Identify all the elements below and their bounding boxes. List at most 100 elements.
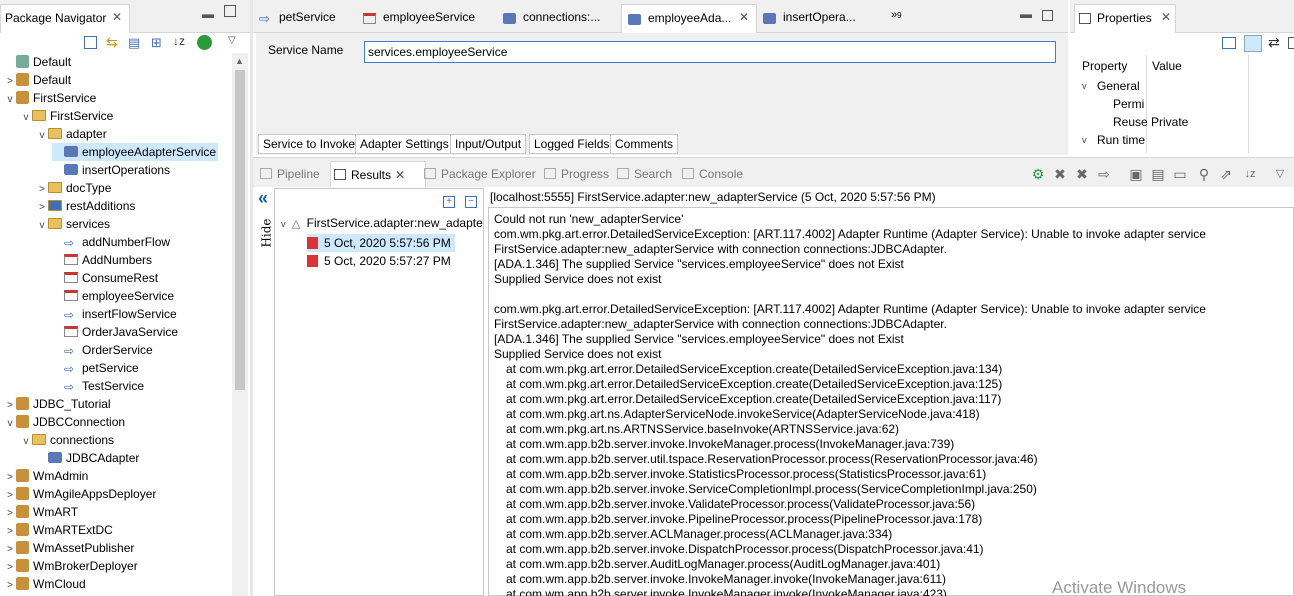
- tree-item[interactable]: insertOperations: [52, 161, 170, 179]
- run-icon[interactable]: [197, 35, 212, 50]
- property-row[interactable]: Reuse Private: [1076, 113, 1294, 131]
- tree-item[interactable]: ⇨ insertFlowService: [52, 305, 177, 323]
- chevron-down-icon[interactable]: v: [20, 109, 32, 127]
- tree-item[interactable]: employeeAdapterService: [52, 143, 219, 161]
- remove-icon[interactable]: ✖: [1052, 166, 1068, 182]
- tree-item[interactable]: ConsumeRest: [52, 269, 158, 287]
- tree-item[interactable]: v adapter: [36, 125, 107, 143]
- filter-icon[interactable]: ▤: [128, 35, 140, 51]
- tree-item[interactable]: > WmARTExtDC: [4, 521, 113, 539]
- hide-strip[interactable]: « Hide: [256, 188, 274, 596]
- tree-item[interactable]: AddNumbers: [52, 251, 152, 269]
- maximize-icon[interactable]: [1042, 10, 1053, 21]
- subtab[interactable]: Logged Fields: [529, 134, 615, 154]
- tree-item[interactable]: v services: [36, 215, 111, 235]
- tree-item[interactable]: > Default: [4, 71, 71, 89]
- view-menu-icon[interactable]: ▽: [1272, 166, 1288, 182]
- tree-item[interactable]: ⇨ addNumberFlow: [52, 233, 170, 251]
- editor-tab[interactable]: employeeService: [357, 4, 497, 33]
- link-editor-icon[interactable]: ⇆: [106, 34, 118, 51]
- tree-item[interactable]: > docType: [36, 179, 111, 197]
- view-menu-icon[interactable]: ▽: [228, 35, 236, 46]
- sort-icon[interactable]: ↓z: [1242, 166, 1258, 182]
- chevron-down-icon[interactable]: v: [281, 219, 286, 229]
- bottom-tab[interactable]: Package Explorer: [421, 161, 536, 187]
- collapse-all-icon[interactable]: [84, 36, 97, 49]
- tree-item[interactable]: JDBCAdapter: [36, 449, 139, 467]
- properties-tab[interactable]: Properties ✕: [1074, 4, 1176, 33]
- tree-item[interactable]: ⇨ OrderService: [52, 341, 153, 359]
- editor-tab[interactable]: employeeAda... ✕: [621, 4, 757, 33]
- subtab[interactable]: Service to Invoke: [258, 134, 361, 154]
- tree-item[interactable]: > restAdditions: [36, 197, 135, 215]
- chevron-down-icon[interactable]: v: [36, 217, 48, 235]
- advanced-icon[interactable]: ⇄: [1268, 34, 1280, 51]
- tree-item[interactable]: > WmCloud: [4, 575, 86, 593]
- close-icon[interactable]: ✕: [739, 10, 749, 24]
- bottom-tab[interactable]: Console: [679, 161, 743, 187]
- property-row[interactable]: v General: [1076, 77, 1294, 95]
- service-name-input[interactable]: [364, 41, 1056, 63]
- chevron-right-icon[interactable]: >: [4, 577, 16, 595]
- result-run[interactable]: 5 Oct, 2020 5:57:27 PM: [307, 252, 451, 270]
- results-root[interactable]: v △ FirstService.adapter:new_adapte: [281, 216, 483, 230]
- editor-tab[interactable]: insertOpera...: [757, 4, 887, 33]
- overflow-indicator[interactable]: »9: [891, 9, 902, 21]
- tree-item[interactable]: > WmAgileAppsDeployer: [4, 485, 156, 503]
- forward-icon[interactable]: ⇨: [1096, 166, 1112, 182]
- chevron-down-icon[interactable]: v: [4, 415, 16, 433]
- expand-all-icon[interactable]: +: [443, 196, 455, 208]
- bottom-tab[interactable]: Search: [614, 161, 672, 187]
- editor-tab[interactable]: ⇨ petService: [253, 4, 357, 33]
- tree-item[interactable]: > WmAdmin: [4, 467, 88, 485]
- collapse-all-icon[interactable]: −: [465, 196, 477, 208]
- grid-icon[interactable]: ⊞: [151, 35, 162, 51]
- relaunch-icon[interactable]: ⚙: [1030, 166, 1046, 182]
- tree-item[interactable]: OrderJavaService: [52, 323, 178, 341]
- chevron-down-icon[interactable]: v: [36, 127, 48, 145]
- scrollbar-thumb[interactable]: [235, 70, 245, 390]
- subtab[interactable]: Input/Output: [450, 134, 527, 154]
- splitter[interactable]: [250, 0, 253, 596]
- tree-item[interactable]: > JDBC_Tutorial: [4, 395, 111, 413]
- link-icon[interactable]: ⚲: [1196, 166, 1212, 182]
- categories-icon[interactable]: [1244, 35, 1262, 52]
- tree-item[interactable]: ⇨ TestService: [52, 377, 144, 395]
- chevron-down-icon[interactable]: v: [4, 91, 16, 109]
- close-icon[interactable]: ✕: [112, 10, 122, 24]
- subtab[interactable]: Comments: [610, 134, 679, 154]
- tree-item[interactable]: > WmART: [4, 503, 78, 521]
- result-run[interactable]: 5 Oct, 2020 5:57:56 PM: [307, 234, 455, 252]
- tree-item[interactable]: ⇨ petService: [52, 359, 139, 377]
- tree-item[interactable]: v connections: [20, 431, 115, 451]
- bottom-tab[interactable]: Pipeline: [257, 161, 323, 187]
- tree-item[interactable]: v FirstService: [4, 89, 96, 107]
- maximize-icon[interactable]: [224, 5, 236, 17]
- tree-item[interactable]: > WmBrokerDeployer: [4, 557, 138, 575]
- editor-tab[interactable]: connections:...: [497, 4, 621, 33]
- restore-icon[interactable]: [1288, 37, 1294, 49]
- tree-item[interactable]: employeeService: [52, 287, 174, 305]
- chevron-down-icon[interactable]: v: [1082, 77, 1087, 95]
- minimize-icon[interactable]: ▬: [1020, 7, 1032, 21]
- copy-icon[interactable]: ▤: [1150, 166, 1166, 182]
- close-icon[interactable]: ✕: [395, 168, 405, 182]
- bottom-tab[interactable]: Progress: [541, 161, 609, 187]
- remove-all-icon[interactable]: ✖: [1074, 166, 1090, 182]
- sort-icon[interactable]: ↓z: [173, 34, 185, 48]
- close-icon[interactable]: ✕: [1161, 10, 1171, 24]
- tree-scrollbar[interactable]: ▲: [232, 53, 248, 596]
- save-icon[interactable]: ▣: [1128, 166, 1144, 182]
- chevron-down-icon[interactable]: v: [20, 433, 32, 451]
- minimize-icon[interactable]: ▬: [202, 7, 214, 21]
- tree-item[interactable]: v JDBCConnection: [4, 413, 125, 431]
- collapse-left-icon[interactable]: «: [258, 188, 268, 209]
- subtab[interactable]: Adapter Settings: [355, 134, 454, 154]
- open-icon[interactable]: ▭: [1172, 166, 1188, 182]
- chevron-down-icon[interactable]: v: [1082, 131, 1087, 149]
- up-arrow-icon[interactable]: ▲: [235, 56, 244, 66]
- tree-item[interactable]: v FirstService: [20, 107, 114, 127]
- bottom-tab[interactable]: Results ✕: [330, 161, 426, 187]
- package-navigator-tab[interactable]: Package Navigator ✕: [0, 4, 130, 33]
- tree-item[interactable]: Default: [4, 53, 71, 71]
